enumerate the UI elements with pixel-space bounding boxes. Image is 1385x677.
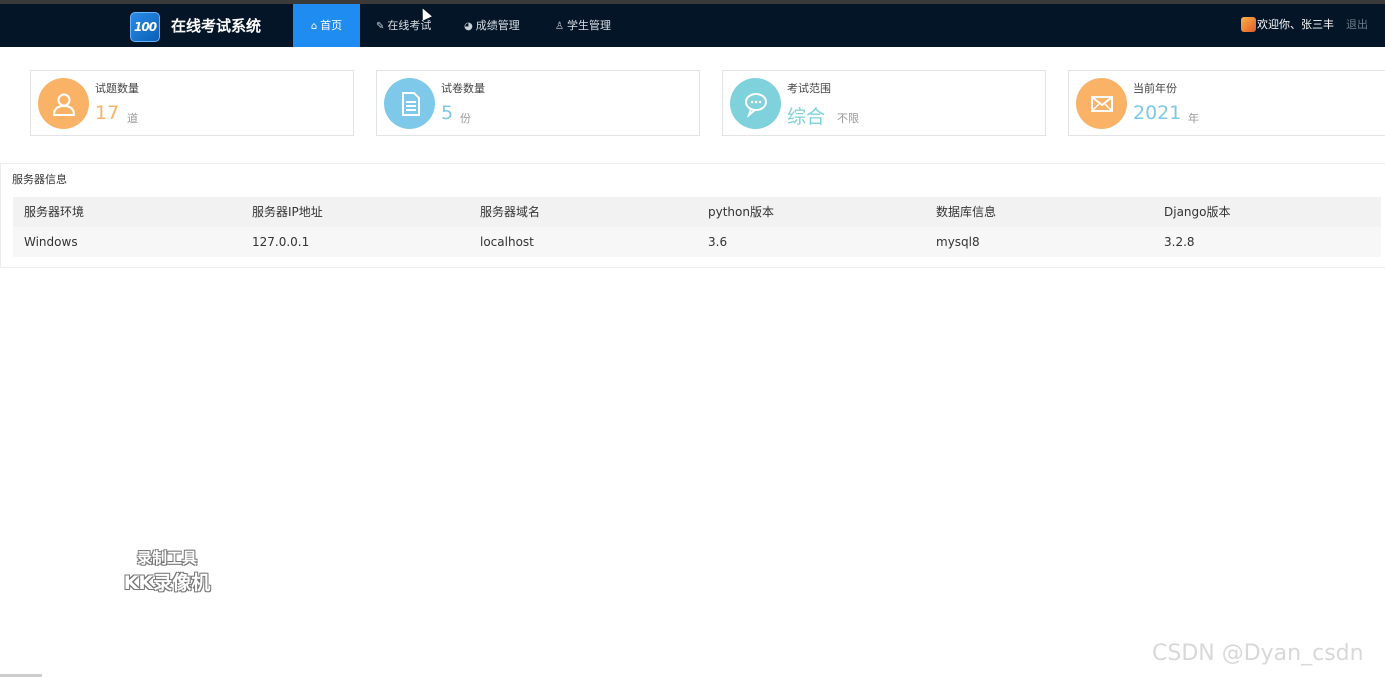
mail-icon: [1076, 78, 1127, 129]
stat-value: 17: [95, 102, 120, 124]
logo-text: 100: [134, 20, 157, 34]
welcome-text: 欢迎你、张三丰: [1257, 18, 1334, 31]
nav-home-label: 首页: [320, 19, 343, 32]
nav-home[interactable]: ⌂ 首页: [293, 4, 360, 47]
stat-label: 试卷数量: [441, 82, 485, 95]
table-cell: 3.2.8: [1164, 235, 1195, 249]
stat-card-paper-count[interactable]: 试卷数量 5 份: [376, 70, 700, 136]
recorder-watermark: 录制工具 KK录像机: [112, 547, 222, 595]
nav-online-exam-label: 在线考试: [387, 19, 432, 32]
user-icon: [38, 78, 89, 129]
stat-value: 2021: [1133, 102, 1182, 124]
table-cell: mysql8: [936, 235, 980, 249]
panel-title: 服务器信息: [12, 173, 67, 186]
stat-unit: 份: [460, 112, 471, 125]
stat-label: 试题数量: [95, 82, 139, 95]
app-logo: 100: [130, 12, 160, 42]
stat-unit: 道: [127, 112, 138, 125]
user-icon: ♙: [555, 21, 564, 32]
nav-student-management[interactable]: ♙ 学生管理: [555, 4, 611, 47]
chart-icon: ◕: [464, 21, 473, 32]
server-info-table: 服务器环境 服务器IP地址 服务器域名 python版本 数据库信息 Djang…: [13, 197, 1381, 257]
csdn-watermark: CSDN @Dyan_csdn: [1152, 641, 1364, 666]
chat-icon: [730, 78, 781, 129]
table-cell: Windows: [24, 235, 78, 249]
app-title: 在线考试系统: [171, 17, 262, 35]
table-cell: 3.6: [708, 235, 728, 249]
top-navbar: 100 在线考试系统 ⌂ 首页 ✎ 在线考试 ◕ 成绩管理 ♙ 学生管理 欢迎你、张三丰…: [0, 4, 1385, 47]
table-header-cell: 服务器域名: [480, 205, 541, 219]
table-header-cell: python版本: [708, 205, 774, 219]
stat-label: 考试范围: [787, 82, 831, 95]
table-header-cell: 数据库信息: [936, 205, 997, 219]
server-info-panel: 服务器信息 服务器环境 服务器IP地址 服务器域名 python版本 数据库信息…: [0, 163, 1385, 268]
table-header-cell: Django版本: [1164, 205, 1231, 219]
nav-grade-management-label: 成绩管理: [475, 19, 520, 32]
nav-student-management-label: 学生管理: [566, 19, 611, 32]
recorder-line-1: 录制工具: [136, 549, 197, 567]
document-icon: [384, 78, 435, 129]
nav-grade-management[interactable]: ◕ 成绩管理: [464, 4, 520, 47]
table-header-cell: 服务器IP地址: [252, 205, 323, 219]
logout-link[interactable]: 退出: [1346, 16, 1368, 32]
stat-label: 当前年份: [1133, 82, 1177, 95]
table-cell: localhost: [480, 235, 534, 249]
table-header-cell: 服务器环境: [24, 205, 85, 219]
stat-value: 综合: [787, 106, 826, 128]
table-cell: 127.0.0.1: [252, 235, 310, 249]
table-header-row: 服务器环境 服务器IP地址 服务器域名 python版本 数据库信息 Djang…: [13, 197, 1381, 227]
edit-icon: ✎: [376, 21, 385, 32]
stat-unit: 年: [1188, 112, 1199, 125]
home-icon: ⌂: [310, 21, 318, 32]
avatar[interactable]: [1241, 17, 1256, 32]
stat-card-current-year[interactable]: 当前年份 2021 年: [1068, 70, 1385, 136]
stat-value: 5: [441, 102, 454, 124]
table-row: Windows 127.0.0.1 localhost 3.6 mysql8 3…: [13, 227, 1381, 257]
stat-card-exam-scope[interactable]: 考试范围 综合 不限: [722, 70, 1046, 136]
stat-unit: 不限: [837, 112, 859, 125]
stat-card-question-count[interactable]: 试题数量 17 道: [30, 70, 354, 136]
recorder-line-2: KK录像机: [123, 572, 211, 594]
